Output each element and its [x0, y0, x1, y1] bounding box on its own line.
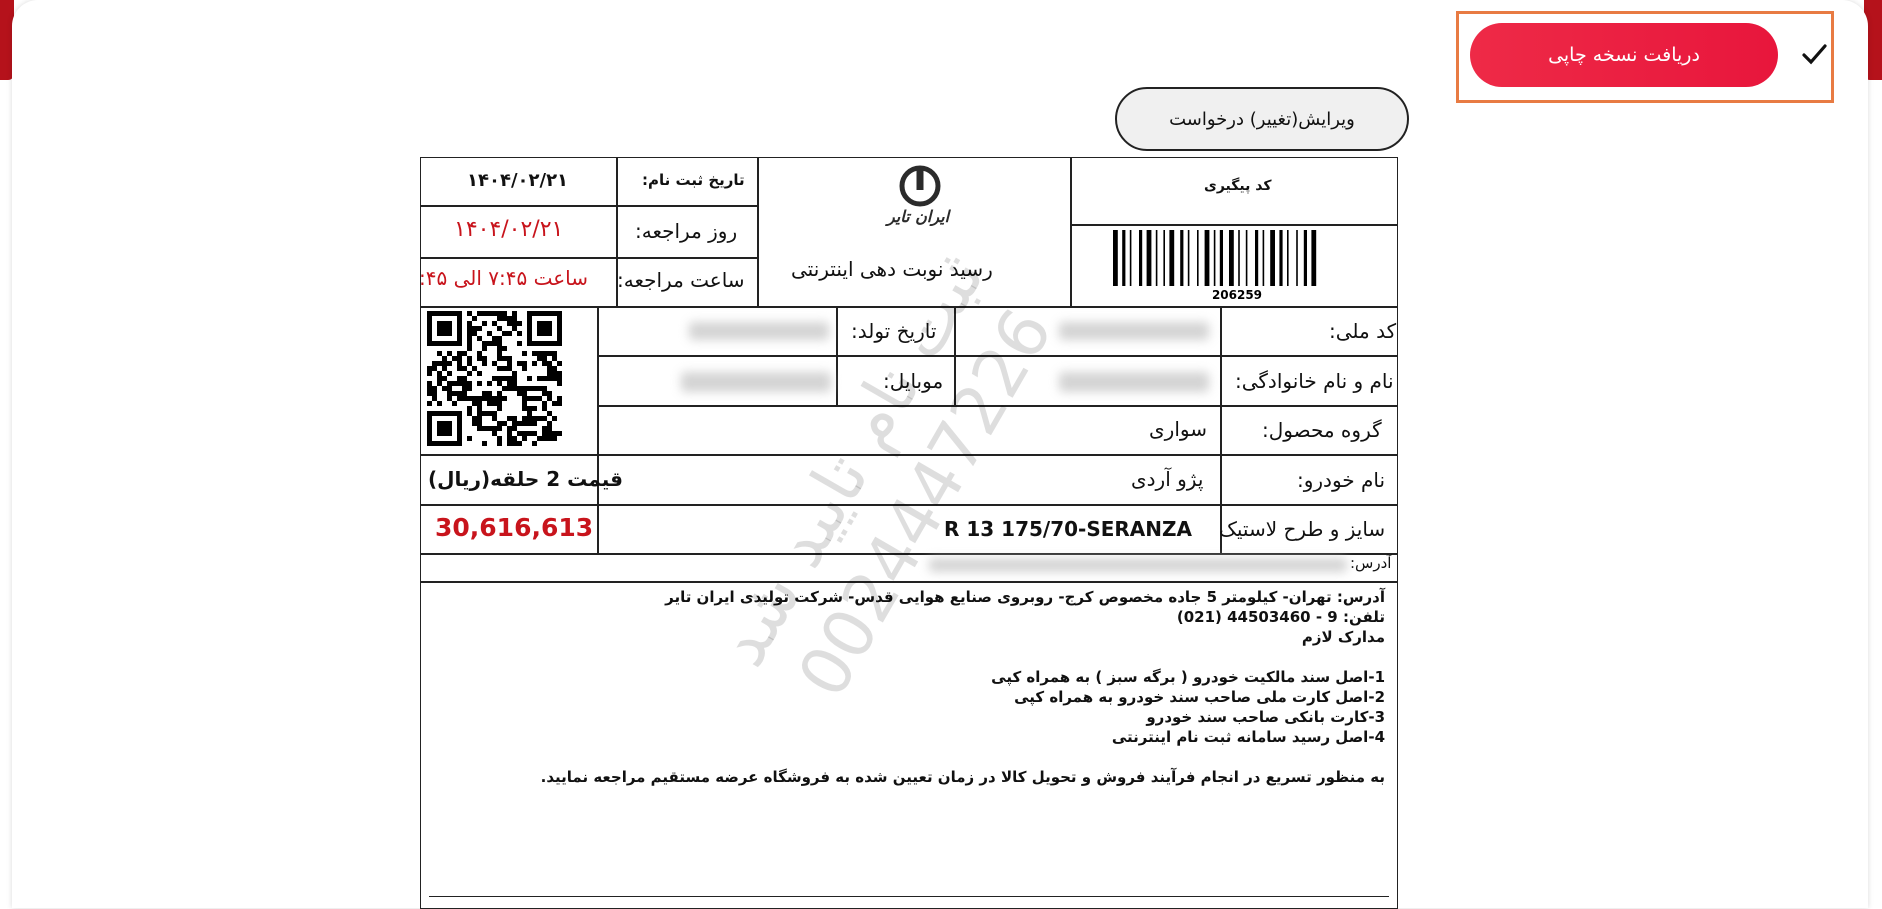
divider [598, 355, 1398, 357]
barcode-number: 206259 [1212, 288, 1262, 300]
reg-date-value: ۱۴۰۴/۰۲/۲۱ [467, 170, 569, 191]
visit-time-value: ساعت ۷:۴۵ الی ۴۵: [419, 266, 589, 290]
note-line: 4-اصل رسید سامانه ثبت نام اینترنتی [1111, 728, 1385, 746]
divider [597, 306, 599, 554]
tracking-code-label: کد پیگیری [1204, 178, 1272, 194]
divider [420, 257, 757, 259]
divider [420, 553, 1398, 555]
note-line: 2-اصل کارت ملی صاحب سند خودرو به همراه ک… [1014, 688, 1385, 706]
divider [598, 454, 1398, 456]
qr-code [427, 311, 562, 446]
birth-date-redacted [689, 322, 829, 340]
car-name-value: پژو آردی [1131, 467, 1204, 491]
full-name-label: نام و نام خانوادگی: [1235, 369, 1394, 393]
notes-section: آدرس: تهران- کیلومتر 5 جاده مخصوص کرج- ر… [541, 587, 1385, 787]
divider [429, 896, 1389, 897]
product-group-label: گروه محصول: [1262, 418, 1382, 442]
divider [420, 504, 1398, 506]
check-icon [1802, 44, 1827, 65]
national-code-redacted [1059, 322, 1209, 340]
divider [757, 157, 759, 307]
national-code-label: کد ملی: [1329, 319, 1397, 343]
note-line: 3-کارت بانکی صاحب سند خودرو [1146, 708, 1385, 726]
iran-tire-logo: ایران تایر [884, 165, 952, 226]
print-button[interactable]: دریافت نسخه چاپی [1470, 23, 1778, 87]
address-label: آدرس: [1350, 554, 1392, 572]
note-line: تلفن: 9 - 44503460 (021) [1176, 608, 1385, 626]
tire-value: R 13 175/70-SERANZA [944, 517, 1193, 541]
divider [420, 454, 598, 456]
visit-day-value: ۱۴۰۴/۰۲/۲۱ [454, 217, 564, 242]
divider [1071, 224, 1398, 226]
note-line: به منظور تسریع در انجام فرآیند فروش و تح… [540, 768, 1385, 786]
car-name-label: نام خودرو: [1297, 468, 1386, 492]
note-line [541, 747, 1385, 767]
divider [420, 306, 1398, 308]
price-value: 30,616,613 [435, 513, 594, 542]
divider [598, 405, 1398, 407]
receipt-title: رسید نوبت دهی اینترنتی [791, 257, 993, 281]
price-label: قیمت 2 حلقه(ریال) [428, 467, 623, 491]
mobile-label: موبایل: [883, 369, 944, 393]
logo-text: ایران تایر [884, 207, 952, 226]
edit-request-button[interactable]: ویرایش(تغییر) درخواست [1115, 87, 1409, 151]
address-redacted [929, 558, 1347, 572]
reg-date-label: تاریخ ثبت نام: [642, 171, 745, 189]
visit-time-label: ساعت مراجعه: [617, 268, 745, 292]
divider [429, 582, 1389, 583]
tire-label: سایز و طرح لاستیک [1219, 517, 1386, 541]
note-line: آدرس: تهران- کیلومتر 5 جاده مخصوص کرج- ر… [665, 588, 1385, 606]
note-line: 1-اصل سند مالکیت خودرو ( برگه سبز ) به ه… [991, 668, 1385, 686]
barcode: 206259 [1113, 230, 1317, 300]
mobile-redacted [681, 372, 831, 392]
birth-date-label: تاریخ تولد: [851, 319, 937, 343]
divider [420, 205, 757, 207]
note-line: مدارک لازم [1301, 628, 1385, 646]
product-group-value: سواری [1149, 417, 1207, 441]
divider [1070, 157, 1072, 307]
note-line [541, 647, 1385, 667]
full-name-redacted [1059, 372, 1209, 392]
receipt: ۱۴۰۴/۰۲/۲۱ تاریخ ثبت نام: ۱۴۰۴/۰۲/۲۱ روز… [419, 156, 1399, 909]
visit-day-label: روز مراجعه: [635, 219, 738, 243]
